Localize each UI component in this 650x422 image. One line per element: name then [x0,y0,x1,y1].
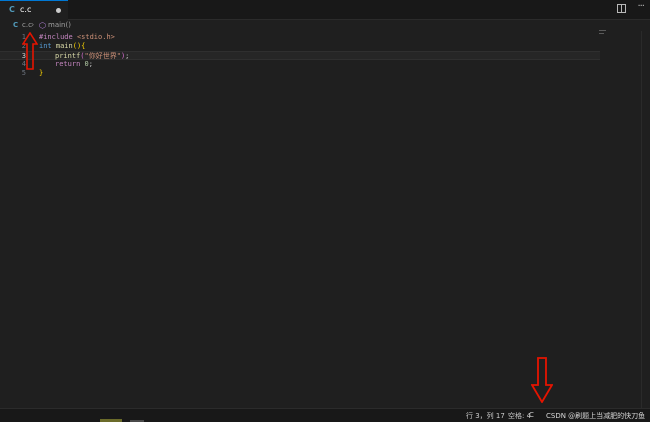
code-line-3[interactable]: 3 printf("你好世界"); [0,51,600,60]
annotation-arrow-up-icon [22,32,38,70]
type-keyword: int [39,42,52,50]
function-call: printf [55,52,81,60]
tab-bar: C c.c ··· [0,0,650,20]
c-file-icon: C [9,5,15,14]
tab-label: c.c [20,5,32,14]
brace-open: { [81,42,86,50]
include-directive: #include [39,33,73,41]
minimap[interactable] [599,30,606,31]
code-line-1[interactable]: 1 #include <stdio.h> [0,33,600,42]
line-number: 5 [21,69,26,77]
semicolon: ; [88,60,93,68]
return-keyword: return [55,60,81,68]
code-line-4[interactable]: 4 return 0; [0,60,600,69]
cursor-position[interactable]: 行 3，列 17 [466,411,505,421]
function-name: main [55,42,73,50]
code-editor[interactable]: 1 #include <stdio.h> 2 int main(){ 3 pri… [0,31,640,408]
breadcrumb: C c.c › ⬡ main() [0,20,650,31]
tab-c-c[interactable]: C c.c [0,0,68,20]
include-header: <stdio.h> [76,33,115,41]
string-literal: "你好世界" [84,52,121,60]
annotation-arrow-down-icon [531,357,553,403]
code-line-5[interactable]: 5 } [0,69,600,78]
more-actions-icon[interactable]: ··· [637,1,644,12]
minimap[interactable] [599,33,604,34]
indentation-setting[interactable]: 空格: 4 [508,411,531,421]
vertical-scrollbar[interactable] [641,31,650,408]
c-file-icon: C [13,21,19,29]
split-editor-icon[interactable] [617,4,626,13]
symbol-method-icon: ⬡ [39,21,46,30]
status-bar: 行 3，列 17 空格: 4 C CSDN @刷题上当减肥的快刀鱼 [0,408,650,422]
unsaved-dot-icon[interactable] [56,8,61,13]
watermark: CSDN @刷题上当减肥的快刀鱼 [546,412,646,420]
semicolon: ; [125,52,130,60]
brace-close: } [39,69,44,77]
breadcrumb-symbol[interactable]: main() [48,21,71,29]
language-mode[interactable]: C [529,411,534,419]
code-line-2[interactable]: 2 int main(){ [0,42,600,51]
chevron-right-icon: › [31,20,35,29]
